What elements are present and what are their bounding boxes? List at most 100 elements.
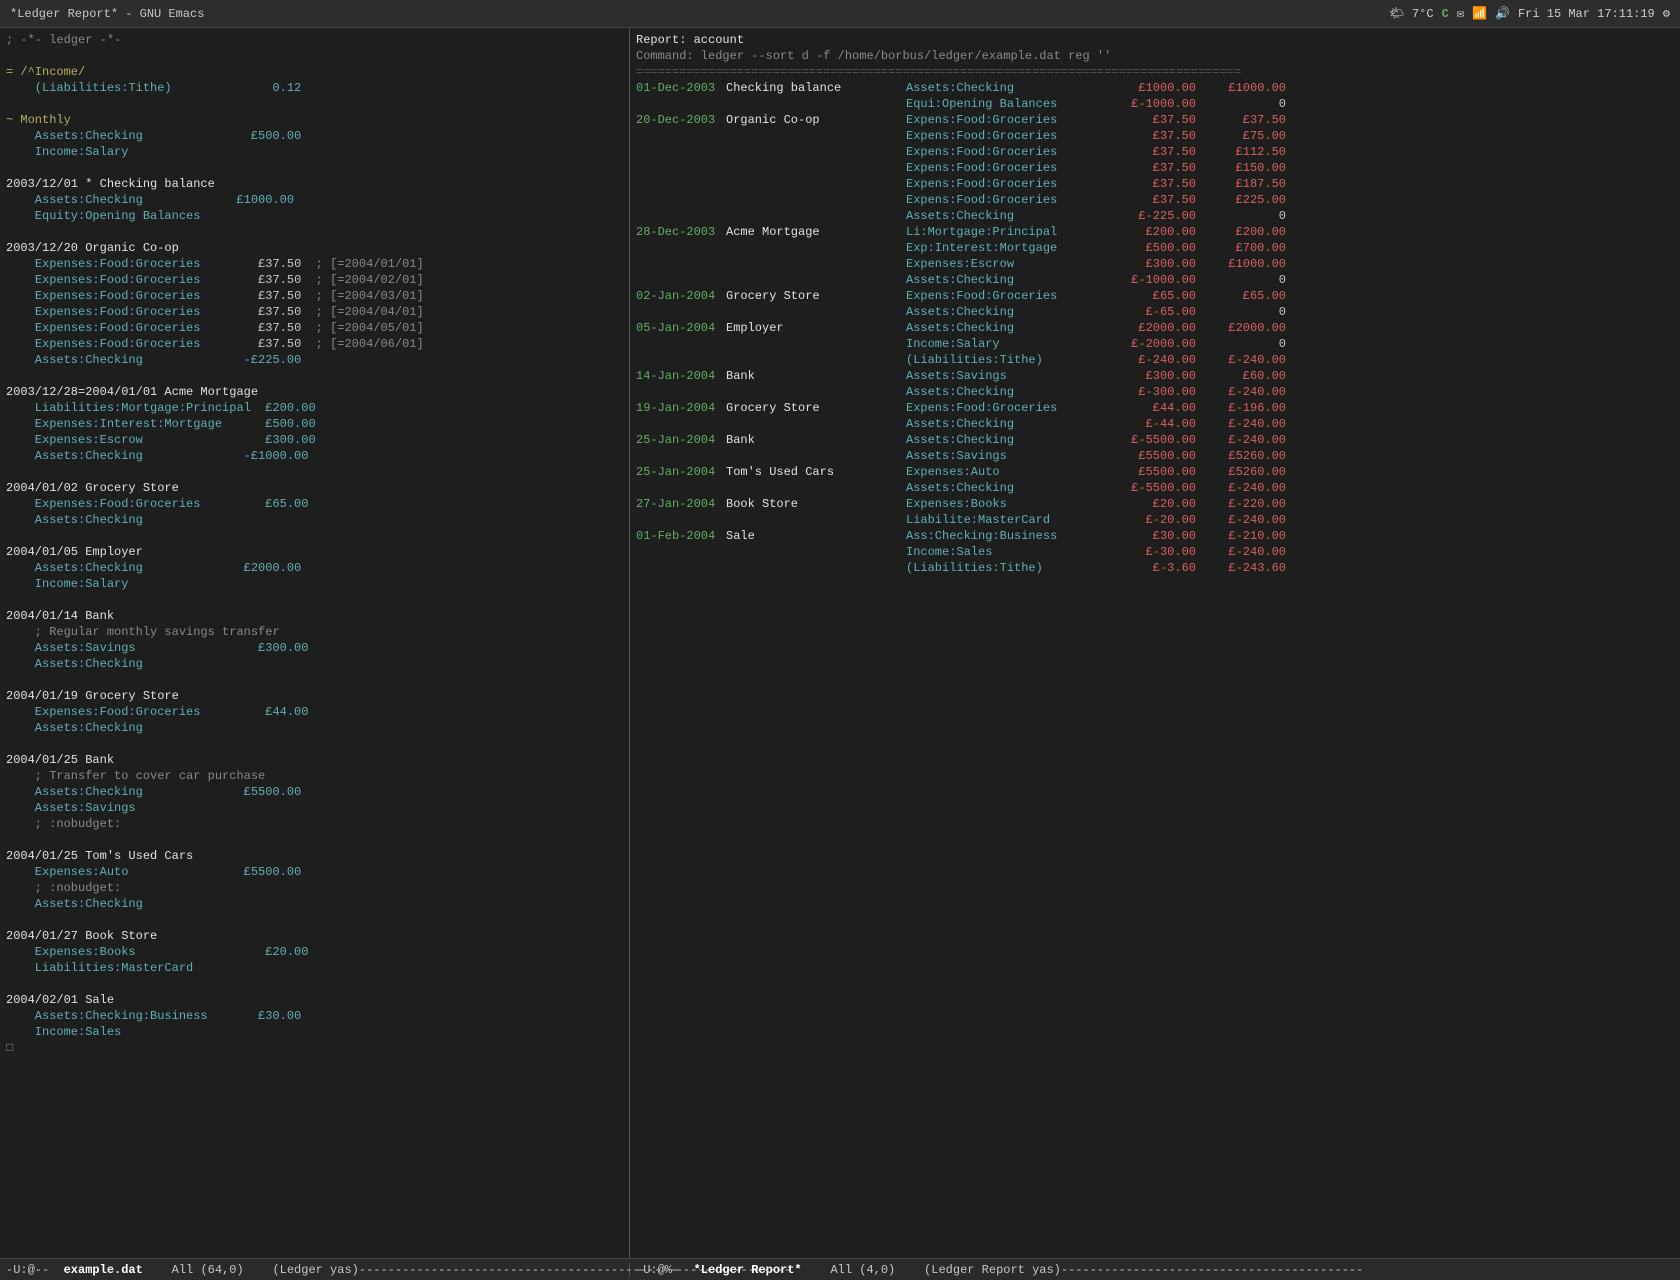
line-checking-cars: Assets:Checking xyxy=(6,896,623,912)
line-grocery-2: Expenses:Food:Groceries £37.50 ; [=2004/… xyxy=(6,272,623,288)
line-interest: Expenses:Interest:Mortgage £500.00 xyxy=(6,416,623,432)
entry-row: Equi:Opening Balances £-1000.00 0 xyxy=(636,96,1674,112)
datetime: Fri 15 Mar 17:11:19 xyxy=(1518,7,1655,21)
entry-row: Assets:Checking £-300.00 £-240.00 xyxy=(636,384,1674,400)
entry-row: Assets:Savings £5500.00 £5260.00 xyxy=(636,448,1674,464)
entry-row: Expens:Food:Groceries £37.50 £112.50 xyxy=(636,144,1674,160)
settings-icon[interactable]: ⚙ xyxy=(1663,6,1670,21)
entry-row: 19-Jan-2004 Grocery Store Expens:Food:Gr… xyxy=(636,400,1674,416)
line-bank-1: 2004/01/14 Bank xyxy=(6,608,623,624)
line-mastercard: Liabilities:MasterCard xyxy=(6,960,623,976)
line-comment: ; -*- ledger -*- xyxy=(6,32,623,48)
line-mortgage-principal: Liabilities:Mortgage:Principal £200.00 xyxy=(6,400,623,416)
line-cars: 2004/01/25 Tom's Used Cars xyxy=(6,848,623,864)
line-employer-1: 2004/01/05 Employer xyxy=(6,544,623,560)
report-title: Report: account xyxy=(636,32,1674,48)
entry-row: Expenses:Escrow £300.00 £1000.00 xyxy=(636,256,1674,272)
entry-row: Assets:Checking £-225.00 0 xyxy=(636,208,1674,224)
line-bank-2: 2004/01/25 Bank xyxy=(6,752,623,768)
entry-row: 01-Dec-2003 Checking balance Assets:Chec… xyxy=(636,80,1674,96)
report-header: Report: account Command: ledger --sort d… xyxy=(636,32,1674,80)
right-pane[interactable]: Report: account Command: ledger --sort d… xyxy=(630,28,1680,1258)
report-command: Command: ledger --sort d -f /home/borbus… xyxy=(636,48,1674,64)
line-checking-1000: Assets:Checking £1000.00 xyxy=(6,192,623,208)
entry-row: Income:Salary £-2000.00 0 xyxy=(636,336,1674,352)
statusbar-right-text: -U:@%- *Ledger Report* All (4,0) (Ledger… xyxy=(636,1263,1363,1277)
line-grocery-5: Expenses:Food:Groceries £37.50 ; [=2004/… xyxy=(6,320,623,336)
network-icon: 📶 xyxy=(1472,6,1487,21)
line-grocery-1: Expenses:Food:Groceries £37.50 ; [=2004/… xyxy=(6,256,623,272)
line-monthly: ~ Monthly xyxy=(6,112,623,128)
report-separator: ========================================… xyxy=(636,64,1674,80)
statusbar-left: -U:@-- example.dat All (64,0) (Ledger ya… xyxy=(0,1263,630,1277)
entry-row: Expens:Food:Groceries £37.50 £75.00 xyxy=(636,128,1674,144)
entry-row: Assets:Checking £-1000.00 0 xyxy=(636,272,1674,288)
entry-row: 25-Jan-2004 Tom's Used Cars Expenses:Aut… xyxy=(636,464,1674,480)
line-checking-gs1: Assets:Checking xyxy=(6,512,623,528)
entry-row: 05-Jan-2004 Employer Assets:Checking £20… xyxy=(636,320,1674,336)
temperature: 7°C xyxy=(1412,7,1434,21)
line-checking-2000: Assets:Checking £2000.00 xyxy=(6,560,623,576)
line-savings-bank2: Assets:Savings xyxy=(6,800,623,816)
line-income-sales: Income:Sales xyxy=(6,1024,623,1040)
line-cursor: □ xyxy=(6,1040,623,1056)
line-grocery-65: Expenses:Food:Groceries £65.00 xyxy=(6,496,623,512)
window-title: *Ledger Report* - GNU Emacs xyxy=(10,7,204,21)
line-grocery-3: Expenses:Food:Groceries £37.50 ; [=2004/… xyxy=(6,288,623,304)
line-checking-gs2: Assets:Checking xyxy=(6,720,623,736)
line-sale: 2004/02/01 Sale xyxy=(6,992,623,1008)
entry-row: (Liabilities:Tithe) £-240.00 £-240.00 xyxy=(636,352,1674,368)
email-icon[interactable]: ✉ xyxy=(1457,6,1464,21)
statusbar: -U:@-- example.dat All (64,0) (Ledger ya… xyxy=(0,1258,1680,1280)
line-savings-300: Assets:Savings £300.00 xyxy=(6,640,623,656)
line-checking-225: Assets:Checking -£225.00 xyxy=(6,352,623,368)
entry-row: Assets:Checking £-44.00 £-240.00 xyxy=(636,416,1674,432)
entry-row: Liabilite:MasterCard £-20.00 £-240.00 xyxy=(636,512,1674,528)
line-checking-500: Assets:Checking £500.00 xyxy=(6,128,623,144)
entry-row: 14-Jan-2004 Bank Assets:Savings £300.00 … xyxy=(636,368,1674,384)
line-savings-comment: ; Regular monthly savings transfer xyxy=(6,624,623,640)
left-pane[interactable]: ; -*- ledger -*- = /^Income/ (Liabilitie… xyxy=(0,28,630,1258)
weather-icon: 🌤 xyxy=(1389,6,1404,21)
line-checking-5500: Assets:Checking £5500.00 xyxy=(6,784,623,800)
line-bookstore: 2004/01/27 Book Store xyxy=(6,928,623,944)
entry-row: 02-Jan-2004 Grocery Store Expens:Food:Gr… xyxy=(636,288,1674,304)
entry-row: 28-Dec-2003 Acme Mortgage Li:Mortgage:Pr… xyxy=(636,224,1674,240)
entry-row: (Liabilities:Tithe) £-3.60 £-243.60 xyxy=(636,560,1674,576)
volume-icon[interactable]: 🔊 xyxy=(1495,6,1510,21)
editor-area: ; -*- ledger -*- = /^Income/ (Liabilitie… xyxy=(0,28,1680,1258)
titlebar-right: 🌤 7°C C ✉ 📶 🔊 Fri 15 Mar 17:11:19 ⚙ xyxy=(1389,6,1670,21)
statusbar-right: -U:@%- *Ledger Report* All (4,0) (Ledger… xyxy=(630,1263,1680,1277)
entry-row: 27-Jan-2004 Book Store Expenses:Books £2… xyxy=(636,496,1674,512)
entry-row: 01-Feb-2004 Sale Ass:Checking:Business £… xyxy=(636,528,1674,544)
line-equity: Equity:Opening Balances xyxy=(6,208,623,224)
line-grocery-44: Expenses:Food:Groceries £44.00 xyxy=(6,704,623,720)
line-tithe: (Liabilities:Tithe) 0.12 xyxy=(6,80,623,96)
refresh-icon[interactable]: C xyxy=(1442,7,1449,21)
line-books-20: Expenses:Books £20.00 xyxy=(6,944,623,960)
entry-row: Expens:Food:Groceries £37.50 £150.00 xyxy=(636,160,1674,176)
line-mortgage-date: 2003/12/28=2004/01/01 Acme Mortgage xyxy=(6,384,623,400)
line-nobudget-1: ; :nobudget: xyxy=(6,816,623,832)
entry-row: Assets:Checking £-65.00 0 xyxy=(636,304,1674,320)
entry-row: Expens:Food:Groceries £37.50 £225.00 xyxy=(636,192,1674,208)
entry-row: Income:Sales £-30.00 £-240.00 xyxy=(636,544,1674,560)
line-income-salary-1: Income:Salary xyxy=(6,144,623,160)
left-content: ; -*- ledger -*- = /^Income/ (Liabilitie… xyxy=(6,32,623,1056)
line-car-comment: ; Transfer to cover car purchase xyxy=(6,768,623,784)
line-grocery-6: Expenses:Food:Groceries £37.50 ; [=2004/… xyxy=(6,336,623,352)
entry-row: 25-Jan-2004 Bank Assets:Checking £-5500.… xyxy=(636,432,1674,448)
line-date-1: 2003/12/01 * Checking balance xyxy=(6,176,623,192)
titlebar: *Ledger Report* - GNU Emacs 🌤 7°C C ✉ 📶 … xyxy=(0,0,1680,28)
line-income-salary-2: Income:Salary xyxy=(6,576,623,592)
line-organic: 2003/12/20 Organic Co-op xyxy=(6,240,623,256)
line-income-rule: = /^Income/ xyxy=(6,64,623,80)
line-auto-5500: Expenses:Auto £5500.00 xyxy=(6,864,623,880)
line-grocery-store-2: 2004/01/19 Grocery Store xyxy=(6,688,623,704)
line-escrow: Expenses:Escrow £300.00 xyxy=(6,432,623,448)
entry-row: 20-Dec-2003 Organic Co-op Expens:Food:Gr… xyxy=(636,112,1674,128)
line-grocery-store-1: 2004/01/02 Grocery Store xyxy=(6,480,623,496)
entry-row: Expens:Food:Groceries £37.50 £187.50 xyxy=(636,176,1674,192)
entry-row: Exp:Interest:Mortgage £500.00 £700.00 xyxy=(636,240,1674,256)
line-checking-neg1000: Assets:Checking -£1000.00 xyxy=(6,448,623,464)
